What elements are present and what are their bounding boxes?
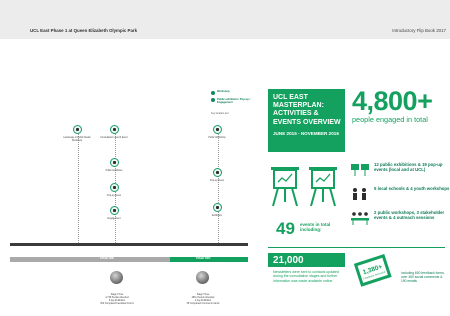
node-label: Public Exhibition	[105, 170, 123, 172]
engagement-caption: people engaged in total	[352, 115, 428, 124]
event-node-icon	[213, 203, 222, 212]
stage-line: 352 Completed Feedback Forms	[100, 302, 134, 305]
page-title: UCL East Phase 1 at Queen Elizabeth Olym…	[30, 28, 138, 33]
legend-item: Public exhibition / Pop-up / Engagement	[211, 98, 251, 104]
exhibition-board-icon	[351, 164, 369, 176]
timeline-panel	[0, 40, 250, 316]
leaflets-caption: Newsletters were sent to contacts update…	[273, 270, 339, 283]
stat-text: 12 public exhibitions & 19 pop-up events…	[374, 162, 443, 173]
stage-summary: Stage Three 4,736 People Attended 6 day …	[93, 294, 141, 306]
events-number: 49	[276, 219, 295, 238]
school-people-icon	[353, 188, 366, 200]
feedback-caption: including 650 feedback forms, over 450 s…	[401, 271, 445, 284]
overview-title: UCL EAST MASTERPLAN: ACTIVITIES & EVENTS…	[273, 94, 341, 126]
stage-summary: Stage Three 488+ People Attended 4 day E…	[179, 294, 227, 306]
stage-photo	[110, 271, 123, 284]
stat-item: 2 public workshops, 3 stakeholder events…	[350, 210, 450, 226]
feedback-card-icon: 1,380+ Feedback Received	[353, 254, 392, 287]
event-node-icon	[110, 206, 119, 215]
node-label: Pop-up Event	[107, 195, 121, 197]
stat-item: 12 public exhibitions & 19 pop-up events…	[350, 162, 450, 178]
event-node-icon	[110, 125, 119, 134]
stat-text: 2 public workshops, 3 stakeholder events…	[374, 210, 445, 221]
legend-item: Workshop	[211, 90, 251, 95]
stage-band-label: STAGE TWO	[196, 257, 211, 261]
stage-photo	[196, 271, 209, 284]
stats-list: 12 public exhibitions & 19 pop-up events…	[350, 162, 450, 234]
stage-line: 35 Completed Comments Cards	[186, 302, 220, 305]
node-label: Landscape & Public Realm Workshop	[63, 137, 91, 142]
meeting-table-icon	[351, 212, 369, 225]
workshop-node-icon	[73, 125, 82, 134]
leaflets-number: 21,000	[273, 255, 304, 266]
legend-dot-icon	[211, 98, 215, 102]
node-label: Pop-up Event	[210, 180, 224, 182]
page-header: UCL East Phase 1 at Queen Elizabeth Olym…	[0, 0, 450, 39]
section-divider	[268, 247, 445, 248]
legend-label: Public exhibition / Pop-up / Engagement	[217, 97, 251, 104]
node-label: Engagement	[107, 218, 121, 220]
stat-text: 5 local schools & 4 youth workshops	[374, 186, 450, 191]
node-label: Consultation Launch Event	[100, 137, 128, 139]
event-node-icon	[213, 168, 222, 177]
engagement-number: 4,800+	[352, 86, 433, 116]
event-node-icon	[213, 125, 222, 134]
leaflets-box: 21,000	[268, 253, 345, 267]
node-label: Public Workshop	[208, 137, 226, 139]
stage-band-label: STAGE ONE	[100, 257, 114, 261]
timeline-axis	[10, 243, 248, 246]
legend-note: Key location text	[211, 111, 229, 115]
legend-label: Workshop	[217, 90, 230, 93]
events-caption: events in total including:	[300, 222, 331, 233]
timeline-stem	[78, 132, 79, 243]
node-label: Exhibition	[212, 215, 222, 217]
timeline-stem	[218, 132, 219, 243]
overview-title-box: UCL EAST MASTERPLAN: ACTIVITIES & EVENTS…	[268, 89, 345, 152]
event-node-icon	[110, 183, 119, 192]
event-node-icon	[110, 158, 119, 167]
timeline-legend: Workshop Public exhibition / Pop-up / En…	[211, 90, 251, 115]
legend-dot-icon	[211, 90, 215, 95]
overview-dates: JUNE 2015 - NOVEMBER 2016	[273, 131, 339, 136]
document-label: Introductory Flip Book 2017	[392, 28, 446, 33]
stat-item: 5 local schools & 4 youth workshops	[350, 186, 450, 202]
